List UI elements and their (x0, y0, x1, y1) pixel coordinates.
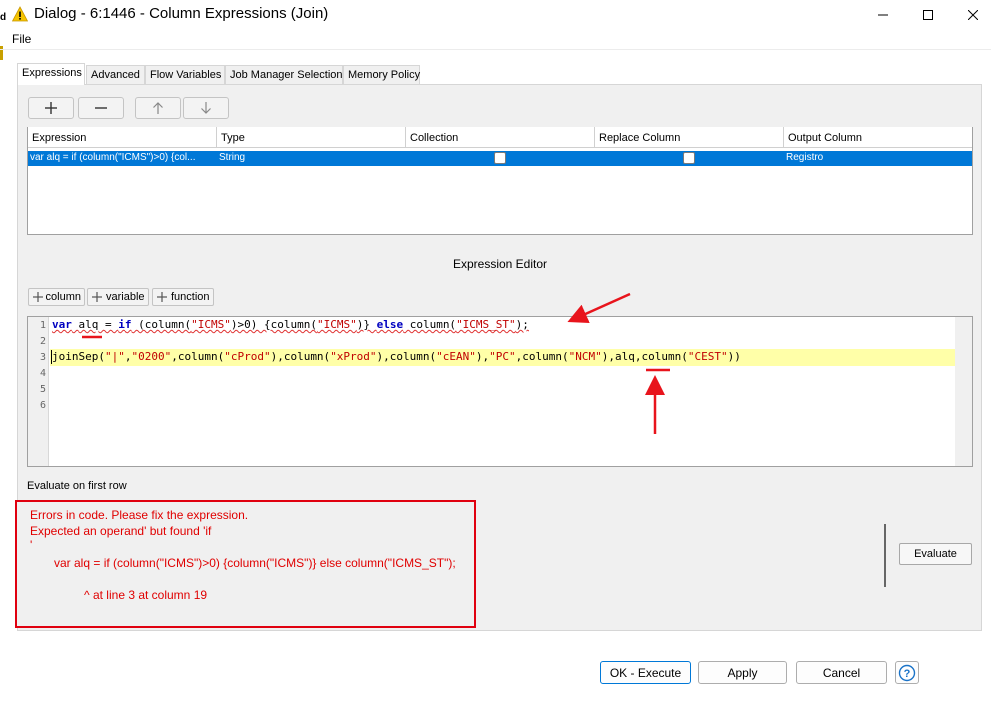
code-token: = (98, 318, 119, 331)
plus-icon (92, 292, 102, 302)
error-text: Expected an operand' but found 'if (30, 524, 212, 538)
line-number: 6 (39, 400, 46, 411)
line-number: 2 (39, 336, 46, 347)
code-token: column( (403, 318, 457, 331)
arrow-down-icon (201, 102, 211, 114)
string-literal: "cEAN" (436, 350, 476, 363)
insert-function-button[interactable]: function (152, 288, 214, 306)
error-position: ^ at line 3 at column 19 (84, 588, 208, 602)
editor-scrollbar[interactable] (955, 317, 972, 466)
code-token: ),column( (270, 350, 331, 363)
header-expression[interactable]: Expression (28, 127, 217, 148)
menu-bar (0, 30, 991, 48)
string-literal: "0200" (131, 350, 172, 363)
line-number: 1 (39, 320, 46, 331)
plus-icon (33, 292, 43, 302)
collection-checkbox[interactable] (494, 152, 506, 164)
separator (884, 524, 886, 587)
help-glyph: ? (904, 668, 911, 680)
cell-expression[interactable]: var alq = if (column("ICMS")>0) {col... (28, 151, 217, 166)
apply-button[interactable]: Apply (698, 661, 787, 684)
evaluate-button[interactable]: Evaluate (899, 543, 972, 565)
code-token: ,column( (171, 350, 225, 363)
arrow-up-icon (153, 102, 163, 114)
code-line-1[interactable]: var alq = if (column("ICMS")>0) {column(… (52, 318, 529, 331)
minimize-button[interactable] (860, 0, 906, 30)
minus-icon (95, 107, 107, 109)
help-icon: ? (898, 664, 916, 681)
insert-variable-label: variable (106, 291, 145, 303)
warning-icon (12, 6, 28, 22)
string-literal: "ICMS" (191, 318, 231, 331)
close-icon (968, 10, 978, 20)
tab-flow-variables[interactable]: Flow Variables (145, 65, 225, 84)
menu-divider (0, 49, 991, 50)
code-token: joinSep( (52, 350, 105, 363)
insert-function-label: function (171, 291, 210, 303)
code-editor[interactable] (27, 316, 973, 467)
cell-type[interactable]: String (217, 151, 406, 166)
replace-column-checkbox[interactable] (683, 152, 695, 164)
code-token: )) (727, 350, 741, 363)
cell-output-column[interactable]: Registro (784, 151, 972, 166)
tab-job-manager-selection[interactable]: Job Manager Selection (225, 65, 343, 84)
remove-expression-button[interactable] (78, 97, 124, 119)
string-literal: "cProd" (224, 350, 271, 363)
string-literal: "NCM" (568, 350, 602, 363)
header-output-column[interactable]: Output Column (784, 127, 972, 148)
line-number: 4 (39, 368, 46, 379)
insert-column-button[interactable]: column (28, 288, 85, 306)
tab-advanced[interactable]: Advanced (86, 65, 145, 84)
error-text: Errors in code. Please fix the expressio… (30, 508, 249, 522)
plus-icon (45, 102, 57, 114)
keyword: if (118, 318, 132, 331)
add-expression-button[interactable] (28, 97, 74, 119)
code-token: )>0) {column( (230, 318, 317, 331)
code-token: ); (515, 318, 529, 331)
error-text: ' (30, 538, 33, 552)
code-token: (column( (131, 318, 192, 331)
line-number: 5 (39, 384, 46, 395)
window-title: Dialog - 6:1446 - Column Expressions (Jo… (34, 5, 329, 22)
expression-editor-title: Expression Editor (452, 257, 548, 271)
string-literal: "ICMS" (316, 318, 357, 331)
string-literal: "PC" (489, 350, 516, 363)
keyword: var (52, 318, 72, 331)
code-line-3[interactable]: joinSep("|","0200",column("cProd"),colum… (52, 350, 741, 363)
code-token: alq (78, 318, 99, 331)
header-replace-column[interactable]: Replace Column (595, 127, 784, 148)
maximize-icon (923, 10, 933, 20)
background-window-fragment: d (0, 12, 7, 23)
code-token: ),alq,column( (601, 350, 688, 363)
code-token: ), (475, 350, 490, 363)
error-code-excerpt: var alq = if (column("ICMS")>0) {column(… (54, 556, 456, 570)
code-token: ),column( (376, 350, 437, 363)
tab-memory-policy[interactable]: Memory Policy (343, 65, 420, 84)
string-literal: "CEST" (687, 350, 728, 363)
string-literal: "|" (104, 350, 125, 363)
code-token: )} (356, 318, 377, 331)
text-cursor (51, 350, 52, 364)
tab-expressions[interactable]: Expressions (17, 63, 85, 85)
line-number: 3 (39, 352, 46, 363)
insert-column-label: column (45, 291, 81, 303)
close-button[interactable] (950, 0, 991, 30)
plus-icon (157, 292, 167, 302)
string-literal: "ICMS_ST" (456, 318, 516, 331)
maximize-button[interactable] (905, 0, 951, 30)
help-button[interactable]: ? (895, 661, 919, 684)
menu-file[interactable]: File (12, 32, 31, 46)
move-down-button[interactable] (183, 97, 229, 119)
cancel-button[interactable]: Cancel (796, 661, 887, 684)
insert-variable-button[interactable]: variable (87, 288, 149, 306)
ok-execute-button[interactable]: OK - Execute (600, 661, 691, 684)
header-collection[interactable]: Collection (406, 127, 595, 148)
evaluate-first-row-label: Evaluate on first row (27, 480, 127, 492)
string-literal: "xProd" (330, 350, 377, 363)
code-token: ,column( (515, 350, 569, 363)
keyword: else (376, 318, 404, 331)
minimize-icon (878, 14, 888, 16)
move-up-button[interactable] (135, 97, 181, 119)
header-type[interactable]: Type (217, 127, 406, 148)
